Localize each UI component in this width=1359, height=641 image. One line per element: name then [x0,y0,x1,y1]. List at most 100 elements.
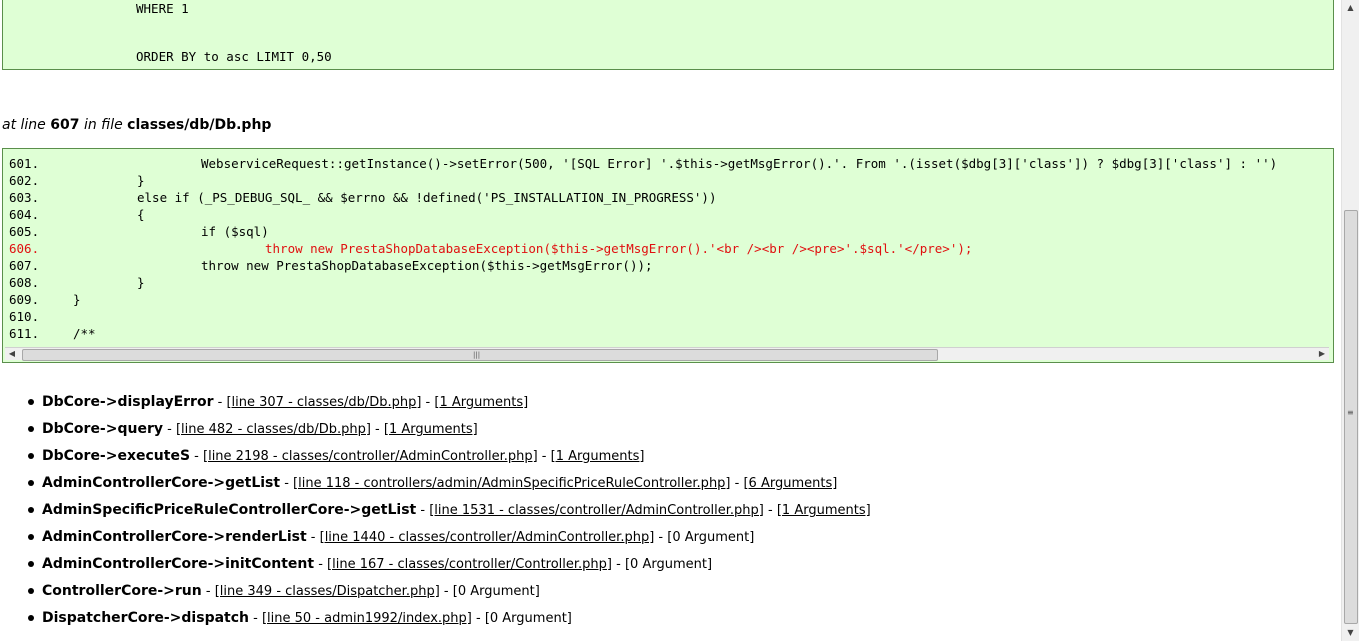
code-text: WebserviceRequest::getInstance()->setErr… [201,156,1278,171]
code-text: } [137,275,145,290]
separator: - [421,395,435,410]
stack-trace-list: DbCore->displayError - [line 307 - class… [0,392,871,635]
bullet-icon [28,399,34,405]
sql-query-box: WHERE 1 ORDER BY to asc LIMIT 0,50 [2,0,1334,70]
code-text: if ($sql) [201,224,269,239]
function-name: AdminControllerCore->getList [42,475,281,491]
error-page: WHERE 1 ORDER BY to asc LIMIT 0,50 at li… [0,0,1342,641]
code-lines: 601. WebserviceRequest::getInstance()->se… [3,155,1333,342]
separator: - [249,611,262,626]
code-line: 607. throw new PrestaShopDatabaseExceptio… [3,257,1333,274]
arguments-link[interactable]: [1 Arguments] [434,395,528,410]
line-number: 607. [9,258,40,273]
function-name: DbCore->executeS [42,448,191,464]
code-text: { [137,207,145,222]
separator: - [471,611,485,626]
file-line-link[interactable]: [line 349 - classes/Dispatcher.php] [215,584,440,599]
file-line-link[interactable]: [line 167 - classes/controller/Controlle… [327,557,612,572]
sql-line: WHERE 1 [136,1,189,16]
arguments-label: [0 Argument] [484,611,572,626]
stack-trace-item: DispatcherCore->dispatch - [line 50 - ad… [0,608,871,635]
stack-trace-item: DbCore->executeS - [line 2198 - classes/… [0,446,871,473]
code-line: 605. if ($sql) [3,223,1333,240]
stack-trace-item: AdminControllerCore->initContent - [line… [0,554,871,581]
separator: - [730,476,744,491]
error-file-name: classes/db/Db.php [127,117,272,133]
file-line-link[interactable]: [line 482 - classes/db/Db.php] [176,422,371,437]
file-line-link[interactable]: [line 1531 - classes/controller/AdminCon… [429,503,764,518]
file-line-link[interactable]: [line 1440 - classes/controller/AdminCon… [320,530,655,545]
stack-trace-item: AdminControllerCore->getList - [line 118… [0,473,871,500]
stack-trace-item: ControllerCore->run - [line 349 - classe… [0,581,871,608]
separator: - [163,422,176,437]
arguments-link[interactable]: [6 Arguments] [743,476,837,491]
bullet-icon [28,507,34,513]
code-text: } [73,292,81,307]
line-number: 606. [9,241,40,256]
code-line: 601. WebserviceRequest::getInstance()->se… [3,155,1333,172]
code-text: throw new PrestaShopDatabaseException($t… [265,241,973,256]
line-number: 608. [9,275,40,290]
vertical-scroll-thumb[interactable]: ≡ [1344,210,1358,624]
line-number: 601. [9,156,40,171]
arguments-link[interactable]: [1 Arguments] [551,449,645,464]
scroll-left-arrow-icon[interactable]: ◀ [5,348,19,360]
scroll-up-arrow-icon[interactable]: ▲ [1342,0,1359,16]
code-line: 603. else if (_PS_DEBUG_SQL_ && $errno &&… [3,189,1333,206]
code-text: } [137,173,145,188]
file-line-link[interactable]: [line 2198 - classes/controller/AdminCon… [203,449,538,464]
bullet-icon [28,453,34,459]
stack-trace-item: AdminControllerCore->renderList - [line … [0,527,871,554]
arguments-link[interactable]: [1 Arguments] [777,503,871,518]
grip-icon: ||| [473,351,481,359]
bullet-icon [28,426,34,432]
stack-trace-item: AdminSpecificPriceRuleControllerCore->ge… [0,500,871,527]
function-name: DbCore->displayError [42,394,214,410]
stack-trace-item: DbCore->displayError - [line 307 - class… [0,392,871,419]
file-line-link[interactable]: [line 307 - classes/db/Db.php] [226,395,421,410]
function-name: ControllerCore->run [42,583,202,599]
bullet-icon [28,615,34,621]
function-name: DispatcherCore->dispatch [42,610,249,626]
bullet-icon [28,480,34,486]
line-number: 603. [9,190,40,205]
code-line: 611. /** [3,325,1333,342]
code-text: /** [73,326,96,341]
code-text: else if (_PS_DEBUG_SQL_ && $errno && !de… [137,190,717,205]
arguments-label: [0 Argument] [624,557,713,572]
line-number: 605. [9,224,40,239]
separator: - [439,584,453,599]
separator: - [201,584,215,599]
code-line: 602.} [3,172,1333,189]
bullet-icon [28,588,34,594]
horizontal-scroll-thumb[interactable]: ||| [22,349,938,361]
arguments-label: [0 Argument] [452,584,540,599]
arguments-link[interactable]: [1 Arguments] [384,422,478,437]
code-excerpt-box[interactable]: 601. WebserviceRequest::getInstance()->se… [2,148,1334,363]
line-number: 611. [9,326,40,341]
line-number: 602. [9,173,40,188]
separator: - [280,476,294,491]
separator: - [416,503,430,518]
scroll-right-arrow-icon[interactable]: ▶ [1315,348,1329,360]
arguments-label: [0 Argument] [667,530,755,545]
code-text: throw new PrestaShopDatabaseException($t… [201,258,653,273]
line-number: 604. [9,207,40,222]
code-line: 609.} [3,291,1333,308]
separator: - [314,557,328,572]
stack-trace-item: DbCore->query - [line 482 - classes/db/D… [0,419,871,446]
page-vertical-scrollbar[interactable]: ▲ ≡ ▼ [1341,0,1359,641]
file-line-link[interactable]: [line 50 - admin1992/index.php] [262,611,472,626]
code-line: 608.} [3,274,1333,291]
separator: - [370,422,384,437]
code-line-highlighted: 606. throw new PrestaShopDatabaseExceptio… [3,240,1333,257]
scroll-down-arrow-icon[interactable]: ▼ [1342,625,1359,641]
function-name: DbCore->query [42,421,163,437]
horizontal-scrollbar[interactable]: ◀ ||| ▶ [5,347,1329,361]
grip-icon: ≡ [1347,408,1354,417]
function-name: AdminControllerCore->renderList [42,529,307,545]
error-line-number: 607 [50,117,80,133]
code-line: 610. [3,308,1333,325]
separator: - [306,530,320,545]
file-line-link[interactable]: [line 118 - controllers/admin/AdminSpeci… [293,476,730,491]
